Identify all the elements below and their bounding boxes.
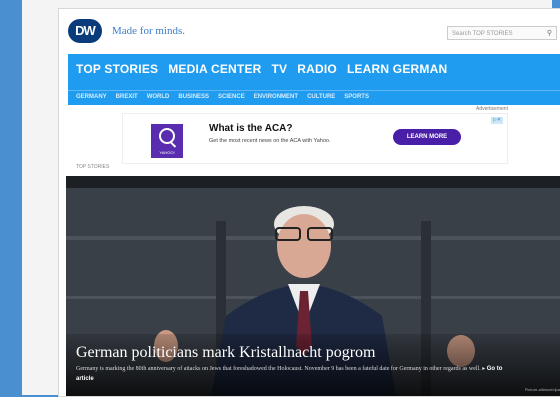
- nav-media-center[interactable]: MEDIA CENTER: [168, 62, 261, 76]
- subnav-science[interactable]: SCIENCE: [218, 94, 245, 100]
- subnav-germany[interactable]: GERMANY: [76, 94, 107, 100]
- dw-logo[interactable]: DW: [68, 19, 102, 43]
- ad-brand: YAHOO!: [159, 150, 175, 155]
- subnav-brexit[interactable]: BREXIT: [116, 94, 138, 100]
- search-input[interactable]: Search TOP STORIES ⚲: [447, 26, 557, 40]
- primary-nav: TOP STORIES MEDIA CENTER TV RADIO LEARN …: [68, 54, 560, 90]
- hero-headline[interactable]: German politicians mark Kristallnacht po…: [76, 344, 375, 362]
- subnav-business[interactable]: BUSINESS: [178, 94, 209, 100]
- magnifier-handle: [169, 141, 177, 148]
- ad-label: Advertisement: [476, 106, 508, 112]
- ad-title[interactable]: What is the ACA?: [209, 123, 293, 134]
- nav-radio[interactable]: RADIO: [297, 62, 337, 76]
- webpage: DW Made for minds. Search TOP STORIES ⚲ …: [58, 8, 560, 397]
- hero-story[interactable]: German politicians mark Kristallnacht po…: [66, 176, 560, 396]
- site-header: DW Made for minds. Search TOP STORIES ⚲: [59, 9, 560, 53]
- hero-summary: Germany is marking the 80th anniversary …: [76, 364, 516, 384]
- browser-frame: DW Made for minds. Search TOP STORIES ⚲ …: [22, 0, 560, 397]
- subnav-sports[interactable]: SPORTS: [344, 94, 369, 100]
- tagline: Made for minds.: [112, 25, 186, 37]
- subnav-world[interactable]: WORLD: [147, 94, 170, 100]
- ad-banner[interactable]: YAHOO! What is the ACA? Get the most rec…: [122, 113, 508, 164]
- subnav-environment[interactable]: ENVIRONMENT: [254, 94, 298, 100]
- learn-more-button[interactable]: LEARN MORE: [393, 129, 461, 145]
- search-placeholder: Search TOP STORIES: [452, 31, 513, 37]
- section-label: TOP STORIES: [76, 164, 110, 170]
- nav-learn-german[interactable]: LEARN GERMAN: [347, 62, 447, 76]
- nav-tv[interactable]: TV: [272, 62, 288, 76]
- adchoices-icon[interactable]: ▷✕: [491, 117, 503, 124]
- yahoo-logo: YAHOO!: [151, 124, 183, 158]
- magnifier-icon: [159, 128, 175, 144]
- photo-credit: Picture-alliance/dpa: [524, 387, 560, 392]
- ad-description: Get the most recent news on the ACA with…: [209, 138, 331, 144]
- nav-top-stories[interactable]: TOP STORIES: [76, 62, 158, 76]
- secondary-nav: GERMANY BREXIT WORLD BUSINESS SCIENCE EN…: [68, 90, 560, 105]
- search-icon[interactable]: ⚲: [547, 27, 552, 41]
- hero-summary-text: Germany is marking the 80th anniversary …: [76, 366, 481, 372]
- subnav-culture[interactable]: CULTURE: [307, 94, 335, 100]
- link-arrow: ▸: [482, 366, 486, 372]
